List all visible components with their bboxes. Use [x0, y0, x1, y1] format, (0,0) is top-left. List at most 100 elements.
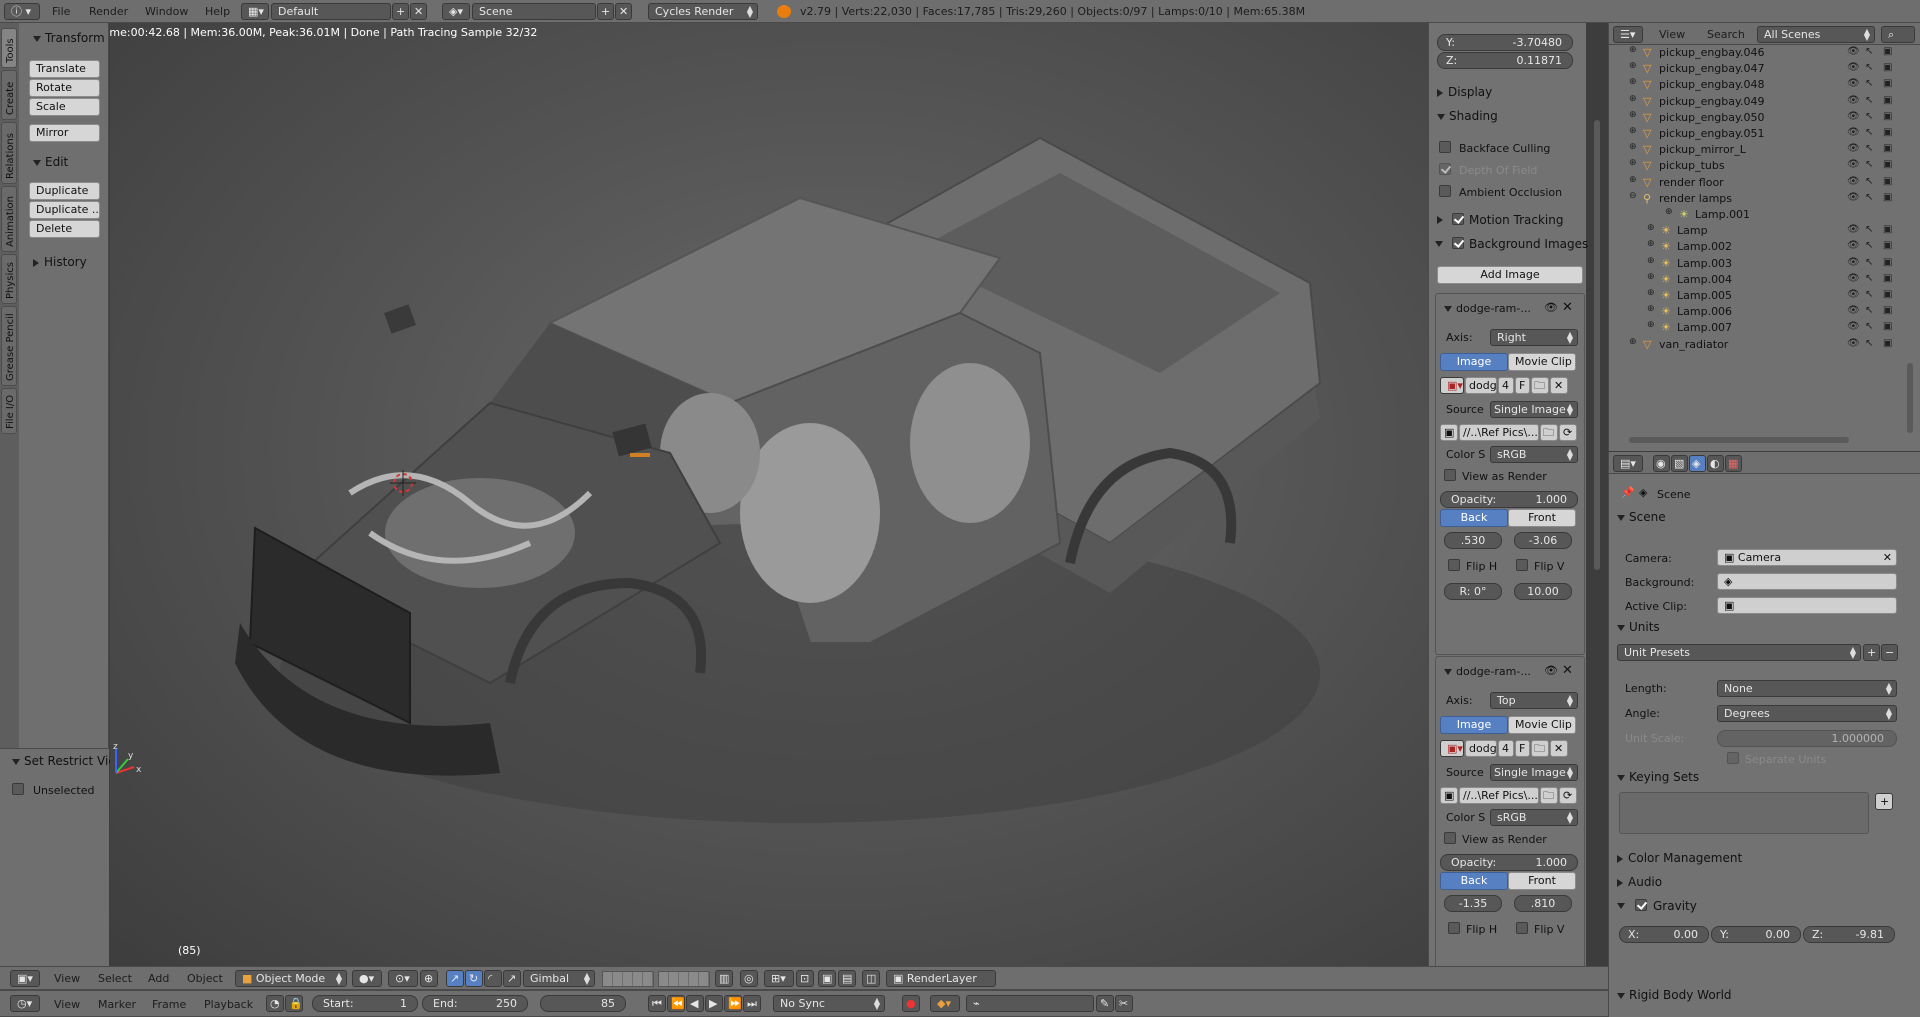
gravity-x-field[interactable]: X: 0.00: [1619, 926, 1709, 943]
gravity-z-field[interactable]: Z: -9.81: [1803, 926, 1895, 943]
mode-select[interactable]: ■ Object Mode ▲ ▼: [235, 970, 347, 987]
scale-button[interactable]: Scale: [29, 98, 100, 116]
timeline-menu-marker[interactable]: Marker: [98, 998, 136, 1011]
reload-icon[interactable]: ⟳: [1559, 787, 1577, 804]
eye-icon[interactable]: 👁: [1847, 224, 1860, 235]
pivot-point-select[interactable]: ⊙▾: [388, 970, 418, 987]
pin-icon[interactable]: 📌: [1621, 486, 1635, 499]
image-users-field[interactable]: 4: [1498, 377, 1514, 394]
unit-presets-select[interactable]: Unit Presets ▲ ▼: [1617, 644, 1861, 661]
viewport-3d[interactable]: Time:00:42.68 | Mem:36.00M, Peak:36.01M …: [110, 23, 1428, 970]
render-camera-icon[interactable]: ▣: [1883, 127, 1892, 138]
render-camera-icon[interactable]: ▣: [1883, 224, 1892, 235]
delete-keyframe-icon[interactable]: ✂: [1115, 995, 1133, 1012]
snap-toggle-icon[interactable]: ⊞▾: [764, 970, 794, 987]
view3d-editor-type-icon[interactable]: ▣▾: [10, 970, 40, 987]
menu-window[interactable]: Window: [145, 5, 188, 18]
background-scene-field[interactable]: ◈: [1717, 573, 1897, 590]
movie-clip-toggle-button[interactable]: Movie Clip: [1508, 353, 1576, 371]
motion-tracking-checkbox[interactable]: [1452, 213, 1464, 225]
layer-buttons-a[interactable]: [602, 971, 654, 987]
select-arrow-icon[interactable]: ↖: [1865, 240, 1873, 251]
overlay-icon[interactable]: ◫: [862, 970, 880, 987]
offset-y-field[interactable]: -3.06: [1514, 532, 1572, 549]
axis-select[interactable]: Right ▲ ▼: [1490, 329, 1578, 346]
movie-clip-toggle-button[interactable]: Movie Clip: [1508, 716, 1576, 734]
unselected-checkbox[interactable]: [12, 783, 24, 795]
texture-context-icon[interactable]: ▦: [1725, 455, 1742, 472]
expand-icon[interactable]: ⊕: [1665, 207, 1673, 217]
fake-user-button[interactable]: F: [1515, 740, 1530, 757]
depth-of-field-checkbox[interactable]: [1439, 163, 1451, 175]
view-as-render-checkbox[interactable]: [1444, 832, 1456, 844]
next-keyframe-icon[interactable]: ⏩: [724, 995, 742, 1012]
audio-panel-title[interactable]: Audio: [1617, 875, 1662, 889]
view3d-menu-add[interactable]: Add: [148, 972, 169, 985]
tab-grease-pencil[interactable]: Grease Pencil: [1, 306, 17, 386]
render-layer-field[interactable]: ▣ RenderLayer: [886, 970, 996, 987]
view3d-menu-object[interactable]: Object: [187, 972, 223, 985]
scene-field[interactable]: Scene: [472, 3, 596, 20]
image-users-field[interactable]: 4: [1498, 740, 1514, 757]
color-management-title[interactable]: Color Management: [1617, 851, 1742, 865]
render-camera-icon[interactable]: ▣: [1883, 289, 1892, 300]
delete-button[interactable]: Delete: [29, 220, 100, 238]
image-name-field[interactable]: dodg: [1465, 377, 1497, 394]
close-layout-icon[interactable]: ✕: [410, 3, 427, 20]
properties-editor-type-icon[interactable]: ▤▾: [1613, 455, 1643, 472]
image-browse-icon[interactable]: ▣▾: [1440, 740, 1464, 757]
opacity-slider[interactable]: Opacity: 1.000: [1440, 491, 1578, 508]
color-space-select[interactable]: sRGB ▲ ▼: [1490, 809, 1578, 826]
render-camera-icon[interactable]: ▣: [1883, 273, 1892, 284]
eye-icon[interactable]: 👁: [1847, 62, 1860, 73]
opengl-anim-icon[interactable]: ▤: [838, 970, 856, 987]
flip-h-checkbox[interactable]: [1448, 922, 1460, 934]
expand-icon[interactable]: ⊕: [1629, 61, 1637, 71]
eye-icon[interactable]: 👁: [1847, 289, 1860, 300]
open-image-icon[interactable]: 🗀: [1531, 377, 1549, 394]
select-arrow-icon[interactable]: ↖: [1865, 62, 1873, 73]
tab-tools[interactable]: Tools: [1, 28, 17, 68]
lock-frame-icon[interactable]: 🔒: [285, 995, 303, 1012]
select-arrow-icon[interactable]: ↖: [1865, 127, 1873, 138]
orientation-icon[interactable]: ↗: [503, 970, 521, 987]
add-keying-set-icon[interactable]: +: [1875, 793, 1893, 810]
layout-icon[interactable]: ▦▾: [241, 3, 269, 20]
select-arrow-icon[interactable]: ↖: [1865, 224, 1873, 235]
expand-icon[interactable]: ⊕: [1629, 158, 1637, 168]
flip-v-checkbox[interactable]: [1516, 922, 1528, 934]
filepath-field[interactable]: //..\Ref Pics\...: [1459, 787, 1539, 804]
view-as-render-checkbox[interactable]: [1444, 469, 1456, 481]
outliner-row[interactable]: ⊕ ▽ pickup_engbay.046 👁 ↖ ▣: [1609, 45, 1899, 61]
bg-image-header[interactable]: dodge-ram-...: [1444, 302, 1531, 315]
front-toggle-button[interactable]: Front: [1508, 509, 1576, 527]
eye-icon[interactable]: 👁: [1847, 240, 1860, 251]
image-browse-icon[interactable]: ▣▾: [1440, 377, 1464, 394]
ambient-occlusion-checkbox[interactable]: [1439, 185, 1451, 197]
select-arrow-icon[interactable]: ↖: [1865, 338, 1873, 349]
separate-units-checkbox[interactable]: [1727, 752, 1739, 764]
editor-type-info[interactable]: ⓘ ▾: [4, 3, 40, 20]
select-arrow-icon[interactable]: ↖: [1865, 46, 1873, 57]
end-frame-field[interactable]: End: 250: [422, 995, 528, 1012]
expand-icon[interactable]: ⊕: [1647, 239, 1655, 249]
eye-icon[interactable]: 👁: [1847, 95, 1860, 106]
expand-icon[interactable]: ⊕: [1629, 126, 1637, 136]
eye-icon[interactable]: 👁: [1847, 143, 1860, 154]
eye-icon[interactable]: 👁: [1847, 46, 1860, 57]
keying-sets-list[interactable]: [1619, 792, 1869, 834]
render-camera-icon[interactable]: ▣: [1883, 111, 1892, 122]
proportional-edit-icon[interactable]: ◎: [740, 970, 758, 987]
unlink-image-icon[interactable]: ✕: [1550, 740, 1568, 757]
scale-manipulator-icon[interactable]: ◜: [484, 970, 502, 987]
gravity-y-field[interactable]: Y: 0.00: [1711, 926, 1801, 943]
render-camera-icon[interactable]: ▣: [1883, 95, 1892, 106]
offset-y-field[interactable]: .810: [1514, 895, 1572, 912]
color-space-select[interactable]: sRGB ▲ ▼: [1490, 446, 1578, 463]
outliner-row[interactable]: ⊕ ☀ Lamp.004 👁 ↖ ▣: [1609, 272, 1899, 288]
tab-create[interactable]: Create: [1, 70, 17, 120]
tab-physics[interactable]: Physics: [1, 254, 17, 304]
motion-tracking-title[interactable]: [1437, 213, 1448, 226]
view3d-menu-select[interactable]: Select: [98, 972, 132, 985]
active-keying-set-field[interactable]: ⌁: [966, 995, 1094, 1012]
